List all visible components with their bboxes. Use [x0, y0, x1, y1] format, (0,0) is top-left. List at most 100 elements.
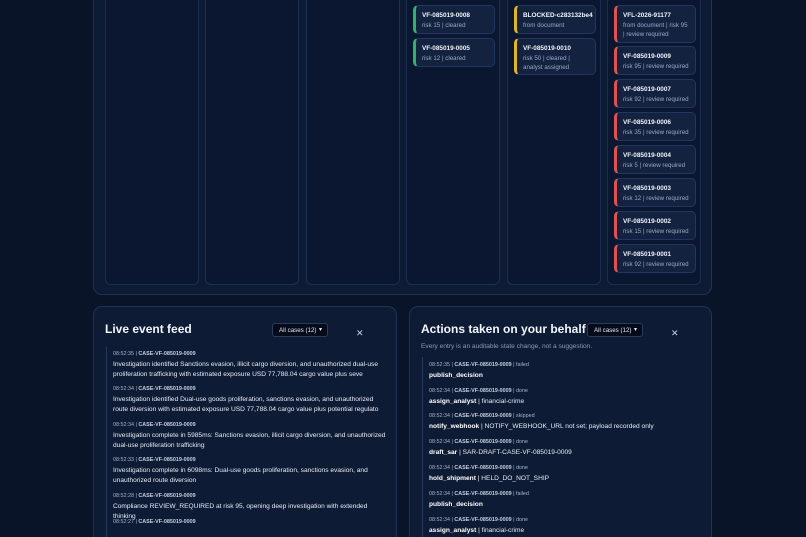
case-card[interactable]: VF-085019-0003 risk 12 | review required	[614, 178, 696, 207]
entry-status: failed	[516, 491, 529, 497]
case-card[interactable]: VF-085019-0009 risk 95 | review required	[614, 46, 696, 75]
entry-status: done	[516, 465, 529, 471]
case-filter-select[interactable]: All cases (12) ▾	[587, 323, 643, 337]
case-meta: risk 12 | cleared	[422, 55, 466, 62]
case-card[interactable]: VF-085019-0004 risk 5 | review required	[614, 145, 696, 174]
list-item: 08:52:34 | CASE-VF-085019-0009 | done as…	[429, 388, 529, 405]
case-meta: from document	[523, 22, 565, 29]
entry-detail: HELD_DO_NOT_SHIP	[481, 475, 550, 482]
entry-time: 08:52:27	[113, 519, 134, 525]
list-item: 08:52:35 | CASE-VF-085019-0009 | failed …	[429, 362, 529, 379]
entry-action: notify_webhook	[429, 423, 480, 430]
entry-case: CASE-VF-085019-0009	[454, 517, 512, 523]
close-icon[interactable]: ✕	[671, 328, 679, 339]
case-meta: risk 92 | review required	[623, 261, 689, 268]
chevron-down-icon: ▾	[633, 327, 637, 333]
entry-status: skipped	[516, 413, 535, 419]
actions-panel: Actions taken on your behalf All cases (…	[409, 306, 712, 537]
entry-time: 08:52:35	[113, 351, 134, 357]
board-column	[205, 0, 299, 285]
case-card[interactable]: VF-085019-0006 risk 35 | review required	[614, 112, 696, 141]
case-id: VF-085019-0010	[523, 45, 571, 52]
entry-case: CASE-VF-085019-0009	[454, 388, 512, 394]
case-card[interactable]: VF-085019-0010 risk 50 | cleared | analy…	[514, 38, 596, 75]
entry-case: CASE-VF-085019-0009	[454, 491, 512, 497]
case-meta: from document | risk 95 | review require…	[623, 22, 688, 38]
entry-action: draft_sar	[429, 449, 458, 456]
case-card[interactable]: VF-085019-0002 risk 15 | review required	[614, 211, 696, 240]
panel-title: Actions taken on your behalf	[421, 322, 586, 336]
actions-list[interactable]: 08:52:35 | CASE-VF-085019-0009 | failed …	[422, 357, 704, 537]
entry-detail: SAR-DRAFT-CASE-VF-085019-0009	[462, 449, 572, 456]
case-meta: risk 35 | review required	[623, 129, 689, 136]
case-id: BLOCKED-c283132be4	[523, 12, 593, 19]
entry-status: done	[516, 517, 529, 523]
entry-action: hold_shipment	[429, 475, 476, 482]
entry-text: Investigation identified Sanctions evasi…	[113, 361, 379, 378]
case-filter-select[interactable]: All cases (12) ▾	[272, 323, 328, 337]
entry-time: 08:52:34	[429, 439, 450, 445]
list-item: 08:52:34 | CASE-VF-085019-0009 | failed …	[429, 491, 529, 508]
case-id: VFL-2026-91177	[623, 12, 671, 19]
feed-list[interactable]: 08:52:35 | CASE-VF-085019-0009 Investiga…	[106, 347, 388, 537]
case-filter-value: All cases (12)	[279, 327, 317, 334]
case-card[interactable]: VF-085019-0001 risk 92 | review required	[614, 244, 696, 273]
case-filter-value: All cases (12)	[594, 327, 632, 334]
entry-case: CASE-VF-085019-0009	[138, 386, 196, 392]
case-id: VF-085019-0009	[623, 53, 671, 60]
case-id: VF-085019-0001	[623, 251, 671, 258]
case-id: VF-085019-0005	[422, 45, 470, 52]
case-card[interactable]: VF-085019-0005 risk 12 | cleared	[413, 38, 495, 67]
list-item: 08:52:34 | CASE-VF-085019-0009 | done as…	[429, 517, 529, 534]
case-id: VF-085019-0002	[623, 218, 671, 225]
entry-status: failed	[516, 362, 529, 368]
case-id: VF-085019-0006	[623, 119, 671, 126]
entry-time: 08:52:34	[429, 517, 450, 523]
case-meta: risk 92 | review required	[623, 96, 689, 103]
close-icon[interactable]: ✕	[356, 328, 364, 339]
board-column: BLOCKED-c283132be4 from document VF-0850…	[507, 0, 601, 285]
entry-time: 08:52:34	[113, 386, 134, 392]
case-card[interactable]: VF-085019-0007 risk 92 | review required	[614, 79, 696, 108]
entry-case: CASE-VF-085019-0009	[138, 519, 196, 525]
case-meta: risk 15 | review required	[623, 228, 689, 235]
entry-detail: NOTIFY_WEBHOOK_URL not set; payload reco…	[484, 423, 654, 430]
list-item: 08:52:34 | CASE-VF-085019-0009 Investiga…	[113, 422, 389, 450]
list-item: 08:52:34 | CASE-VF-085019-0009 Investiga…	[113, 386, 389, 414]
case-meta: risk 95 | review required	[623, 63, 689, 70]
entry-status: done	[516, 439, 529, 445]
entry-case: CASE-VF-085019-0009	[138, 422, 196, 428]
entry-case: CASE-VF-085019-0009	[138, 351, 196, 357]
case-board: VF-085019-0008 risk 15 | cleared VF-0850…	[93, 0, 712, 295]
entry-case: CASE-VF-085019-0009	[138, 493, 196, 499]
case-id: VF-085019-0003	[623, 185, 671, 192]
case-id: VF-085019-0004	[623, 152, 671, 159]
entry-action: publish_decision	[429, 501, 483, 508]
entry-time: 08:52:35	[429, 362, 450, 368]
list-item: 08:52:34 | CASE-VF-085019-0009 | done dr…	[429, 439, 572, 456]
entry-text: Investigation identified Dual-use goods …	[113, 396, 379, 413]
case-meta: risk 12 | review required	[623, 195, 689, 202]
case-card[interactable]: VF-085019-0008 risk 15 | cleared	[413, 5, 495, 34]
entry-time: 08:52:34	[429, 388, 450, 394]
entry-time: 08:52:34	[429, 491, 450, 497]
list-item: 08:52:35 | CASE-VF-085019-0009 Investiga…	[113, 351, 389, 379]
entry-action: assign_analyst	[429, 527, 477, 534]
entry-time: 08:52:28	[113, 493, 134, 499]
list-item: 08:52:34 | CASE-VF-085019-0009 | done ho…	[429, 465, 550, 482]
list-item: 08:52:28 | CASE-VF-085019-0009 Complianc…	[113, 493, 389, 521]
board-column	[105, 0, 199, 285]
board-column: VFL-2026-91177 from document | risk 95 |…	[607, 0, 701, 285]
entry-case: CASE-VF-085019-0009	[454, 465, 512, 471]
entry-detail: financial-crime	[481, 398, 525, 405]
live-event-feed-panel: Live event feed All cases (12) ▾ ✕ 08:52…	[93, 306, 397, 537]
case-meta: risk 5 | review required	[623, 162, 686, 169]
list-item: 08:52:34 | CASE-VF-085019-0009 | skipped…	[429, 413, 654, 430]
case-card[interactable]: VFL-2026-91177 from document | risk 95 |…	[614, 5, 696, 43]
entry-time: 08:52:34	[113, 422, 134, 428]
chevron-down-icon: ▾	[318, 327, 322, 333]
entry-action: assign_analyst	[429, 398, 477, 405]
case-card[interactable]: BLOCKED-c283132be4 from document	[514, 5, 596, 34]
entry-status: done	[516, 388, 529, 394]
entry-case: CASE-VF-085019-0009	[454, 413, 512, 419]
